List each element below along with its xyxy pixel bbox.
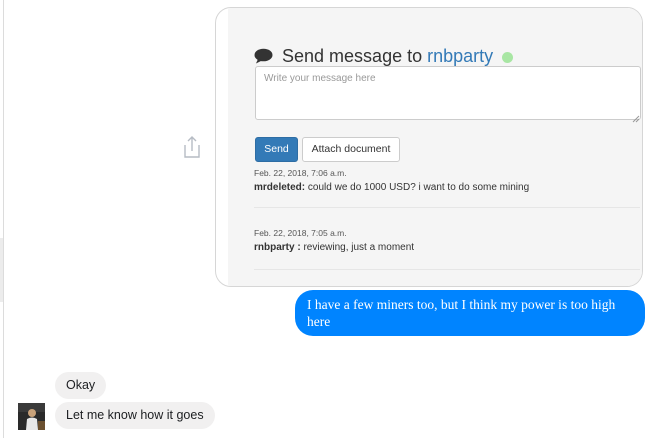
- message-date: Feb. 22, 2018, 7:06 a.m.: [254, 168, 347, 178]
- incoming-message-bubble[interactable]: Let me know how it goes: [55, 402, 215, 429]
- online-status-icon: [502, 52, 514, 63]
- resize-handle-icon[interactable]: [632, 110, 640, 123]
- attach-document-button[interactable]: Attach document: [302, 137, 400, 162]
- message-divider: [254, 269, 640, 270]
- message-line: rnbparty : reviewing, just a moment: [254, 241, 414, 255]
- message-divider: [254, 207, 640, 208]
- send-message-prefix: Send message to: [282, 46, 423, 66]
- message-text: could we do 1000 USD? i want to do some …: [307, 182, 530, 193]
- message-text: reviewing, just a moment: [303, 242, 415, 253]
- message-author: mrdeleted:: [254, 182, 306, 193]
- share-icon[interactable]: [181, 134, 203, 160]
- shared-screenshot-card: Send message to rnbparty Send Attach doc…: [215, 7, 643, 287]
- send-message-panel: Send message to rnbparty Send Attach doc…: [228, 8, 642, 286]
- message-input[interactable]: [255, 66, 641, 120]
- message-entry: Feb. 22, 2018, 7:05 a.m. rnbparty : revi…: [254, 227, 414, 255]
- send-button[interactable]: Send: [255, 137, 298, 162]
- outgoing-message-bubble[interactable]: I have a few miners too, but I think my …: [295, 290, 645, 336]
- send-message-title: Send message to rnbparty: [254, 44, 514, 68]
- avatar[interactable]: [18, 403, 45, 430]
- message-author: rnbparty :: [254, 242, 301, 253]
- message-line: mrdeleted: could we do 1000 USD? i want …: [254, 181, 529, 195]
- message-date: Feb. 22, 2018, 7:05 a.m.: [254, 228, 347, 238]
- recipient-link[interactable]: rnbparty: [427, 46, 493, 66]
- scrollbar-track: [0, 238, 3, 302]
- message-entry: Feb. 22, 2018, 7:06 a.m. mrdeleted: coul…: [254, 167, 529, 195]
- incoming-message-bubble[interactable]: Okay: [55, 372, 107, 399]
- conversation-left-border: [3, 0, 4, 438]
